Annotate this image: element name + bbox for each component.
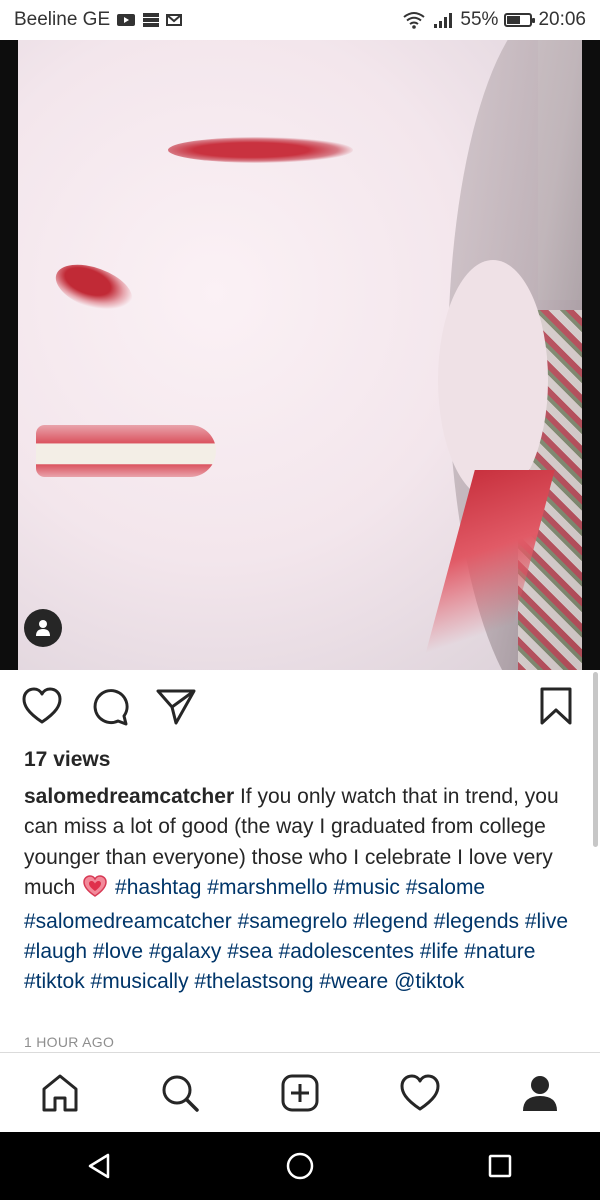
home-circle-icon [286, 1152, 314, 1180]
bottom-navigation [0, 1052, 600, 1133]
hashtag-link[interactable]: #hashtag [115, 876, 201, 899]
youtube-notification-icon [117, 14, 136, 26]
post-media[interactable] [0, 40, 600, 670]
back-triangle-icon [88, 1153, 110, 1179]
hashtag-link[interactable]: #love [93, 940, 143, 963]
hashtag-link[interactable]: #weare [319, 970, 388, 993]
share-button[interactable] [154, 684, 198, 728]
hashtag-link[interactable]: #marshmello [207, 876, 327, 899]
hashtag-link[interactable]: #salomedreamcatcher [24, 910, 232, 933]
hashtag-link[interactable]: #nature [464, 940, 535, 963]
clock: 20:06 [538, 9, 586, 30]
battery-icon [504, 13, 536, 27]
nav-profile[interactable] [510, 1063, 570, 1123]
add-post-icon [281, 1074, 319, 1112]
carrier-name: Beeline GE [14, 9, 111, 30]
status-bar: Beeline GE 55% 20:06 [0, 0, 600, 40]
like-button[interactable] [20, 684, 64, 728]
home-system-button[interactable] [270, 1136, 330, 1196]
heart-outline-icon [22, 687, 62, 724]
nav-home[interactable] [30, 1063, 90, 1123]
post-timestamp: 1 HOUR AGO [24, 1034, 115, 1050]
nav-new-post[interactable] [270, 1063, 330, 1123]
profile-icon [523, 1076, 557, 1111]
post-caption: salomedreamcatcher If you only watch tha… [24, 782, 584, 998]
hashtag-link[interactable]: #music [333, 876, 400, 899]
hashtag-link[interactable]: #legends [434, 910, 519, 933]
activity-heart-icon [400, 1074, 440, 1111]
nav-search[interactable] [150, 1063, 210, 1123]
hashtag-link[interactable]: #adolescentes [279, 940, 414, 963]
heart-emoji-icon [83, 875, 107, 906]
hashtag-link[interactable]: #tiktok [24, 970, 85, 993]
signal-icon [434, 13, 453, 28]
hashtag-link[interactable]: #salome [406, 876, 485, 899]
hashtag-link[interactable]: #life [420, 940, 459, 963]
hashtag-link[interactable]: #musically [91, 970, 189, 993]
bookmark-icon [540, 687, 572, 725]
hashtag-link[interactable]: #thelastsong [194, 970, 313, 993]
hashtag-link[interactable]: #live [525, 910, 568, 933]
battery-percentage: 55% [460, 9, 499, 30]
hashtag-link[interactable]: #samegrelo [238, 910, 348, 933]
post-image [18, 40, 582, 670]
save-button[interactable] [534, 684, 578, 728]
view-count[interactable]: 17 views [24, 748, 110, 772]
storage-notification-icon [143, 13, 160, 27]
recents-button[interactable] [470, 1136, 530, 1196]
post-actions [0, 682, 600, 732]
mention-link[interactable]: @tiktok [394, 970, 464, 993]
person-icon [36, 620, 50, 636]
comment-button[interactable] [88, 684, 132, 728]
tagged-people-button[interactable] [24, 609, 62, 647]
hashtag-link[interactable]: #legend [353, 910, 428, 933]
back-button[interactable] [70, 1136, 130, 1196]
search-icon [162, 1075, 199, 1112]
recents-square-icon [488, 1154, 512, 1178]
nav-activity[interactable] [390, 1063, 450, 1123]
hashtag-link[interactable]: #galaxy [149, 940, 221, 963]
home-icon [42, 1074, 78, 1112]
wifi-icon [403, 12, 426, 29]
system-navigation-bar [0, 1132, 600, 1200]
message-notification-icon [166, 14, 183, 26]
comment-bubble-icon [93, 689, 129, 726]
hashtag-link[interactable]: #sea [227, 940, 273, 963]
hashtag-link[interactable]: #laugh [24, 940, 87, 963]
paper-plane-icon [156, 689, 196, 725]
caption-username[interactable]: salomedreamcatcher [24, 785, 234, 808]
